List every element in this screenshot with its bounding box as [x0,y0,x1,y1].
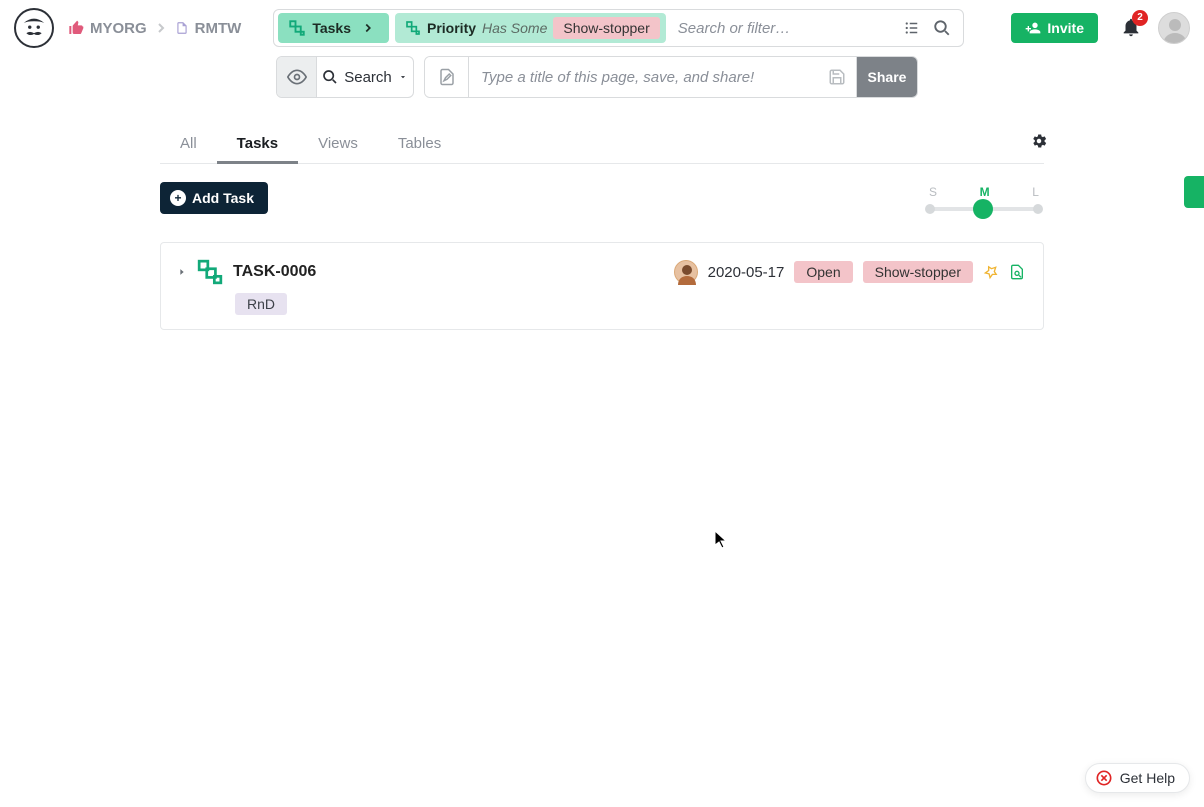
slider-labels: S M L [929,185,1039,199]
tabs-settings-button[interactable] [1030,132,1048,150]
task-tag[interactable]: RnD [235,293,287,315]
side-panel-toggle[interactable] [1184,176,1204,208]
tab-all[interactable]: All [160,124,217,164]
save-icon [828,68,846,86]
slider-track[interactable] [929,207,1039,211]
task-card[interactable]: TASK-0006 2020-05-17 Open Show-stopper R… [160,242,1044,330]
slider-tick [925,204,935,214]
plus-circle-icon: + [170,190,186,206]
share-button[interactable]: Share [857,57,917,97]
task-id: TASK-0006 [233,263,316,281]
slider-tick [1033,204,1043,214]
edit-page-button[interactable] [425,57,469,97]
filter-chip-priority[interactable]: Priority Has Some Show-stopper [395,13,666,43]
tabs: All Tasks Views Tables [160,124,1044,164]
slider-thumb[interactable] [973,199,993,219]
gear-icon [1030,132,1048,150]
document-search-icon[interactable] [1009,264,1025,280]
filter-chip-tasks[interactable]: Tasks [278,13,389,43]
save-button[interactable] [817,57,857,97]
task-card-row: TASK-0006 2020-05-17 Open Show-stopper [177,259,1025,285]
chevron-right-icon [153,20,169,36]
tasks-icon [405,20,421,36]
page-title-input[interactable] [469,57,817,97]
notifications-button[interactable]: 2 [1120,16,1142,41]
page-title-bar: Search Share [0,56,1204,110]
cursor-icon [714,530,728,550]
slider-label-l: L [1032,185,1039,199]
task-date: 2020-05-17 [708,264,785,281]
filter-search-input[interactable] [666,20,891,37]
user-plus-icon [1025,20,1041,36]
expand-caret-icon[interactable] [177,267,187,277]
controls-row: + Add Task S M L [160,182,1044,214]
eye-icon [287,67,307,87]
document-edit-icon [438,68,456,86]
document-icon [175,20,189,36]
app-logo[interactable] [14,8,54,48]
search-dropdown[interactable]: Search [317,57,413,97]
task-type-icon [197,259,223,285]
search-icon[interactable] [933,19,951,37]
tab-views[interactable]: Views [298,124,378,164]
help-icon [1096,770,1112,786]
task-status[interactable]: Open [794,261,852,283]
card-size-slider[interactable]: S M L [924,185,1044,211]
user-avatar[interactable] [1158,12,1190,44]
breadcrumb-project[interactable]: RMTW [195,20,242,37]
filter-chip-priority-value: Show-stopper [553,17,659,39]
assignee-avatar[interactable] [674,260,698,284]
tab-tables[interactable]: Tables [378,124,461,164]
filter-chip-tasks-label: Tasks [312,20,351,36]
pin-icon[interactable] [983,264,999,280]
caret-down-icon [398,72,408,82]
tasks-icon [288,19,306,37]
notifications-badge: 2 [1132,10,1148,26]
search-group: Search [276,56,414,98]
get-help-label: Get Help [1120,770,1175,786]
thumbs-up-icon [68,20,84,36]
filter-chip-priority-op: Has Some [482,20,547,36]
mustache-logo-icon [17,11,51,45]
page-title-group: Share [424,56,918,98]
list-options-icon[interactable] [903,19,921,37]
slider-label-s: S [929,185,937,199]
chevron-right-icon[interactable] [357,21,379,35]
search-icon [322,69,338,85]
task-priority[interactable]: Show-stopper [863,261,973,283]
add-task-button[interactable]: + Add Task [160,182,268,214]
visibility-button[interactable] [277,57,317,97]
breadcrumb: MYORG RMTW [68,20,241,37]
search-dropdown-label: Search [344,69,392,86]
filter-bar: Tasks Priority Has Some Show-stopper [273,9,963,47]
task-tags: RnD [235,293,1025,315]
topbar: MYORG RMTW Tasks Priority Has Some Show-… [0,0,1204,56]
invite-button[interactable]: Invite [1011,13,1098,43]
tab-tasks[interactable]: Tasks [217,124,298,164]
slider-label-m: M [980,185,990,199]
add-task-button-label: Add Task [192,190,254,206]
breadcrumb-org[interactable]: MYORG [90,20,147,37]
get-help-button[interactable]: Get Help [1085,763,1190,793]
share-button-label: Share [868,69,907,85]
invite-button-label: Invite [1047,20,1084,36]
filter-chip-priority-label: Priority [427,20,476,36]
filter-right-icons [891,19,963,37]
